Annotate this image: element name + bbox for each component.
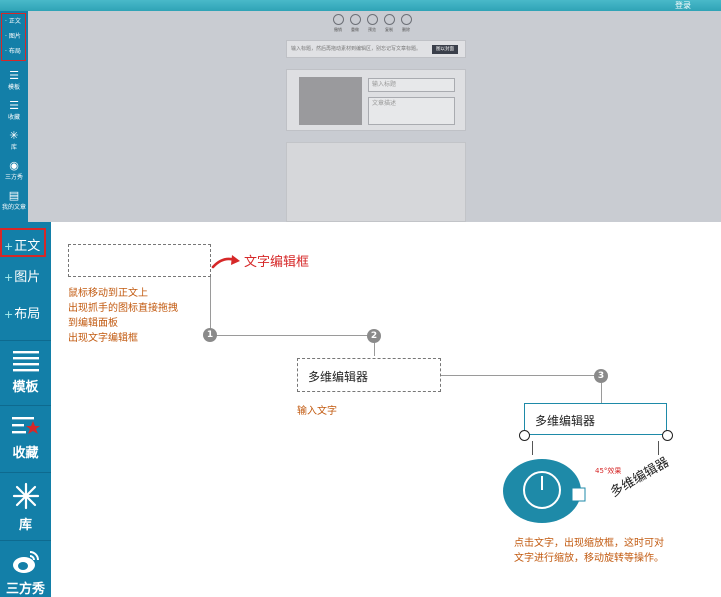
top-bar: 登录	[0, 0, 721, 11]
preview-desc-input[interactable]: 文章描述	[368, 97, 455, 125]
plus-icon: +	[4, 308, 14, 321]
step1-note-line1: 鼠标移动到正文上	[68, 288, 148, 299]
resize-handle-left[interactable]	[519, 430, 530, 441]
divider	[0, 405, 51, 406]
undo-button[interactable]: 撤销	[331, 14, 345, 33]
sidebar-item-buju[interactable]: +布局	[0, 296, 51, 333]
preview-item-library[interactable]: ✳ 库	[0, 129, 28, 151]
bookmark-icon	[11, 417, 40, 434]
editor-text: 多维编辑器	[308, 370, 369, 384]
redo-icon	[349, 14, 361, 25]
preview-title-bar: 输入标题，然后再拖动素材到编辑区，别忘记写文章标题。 图以封面	[286, 40, 466, 58]
preview-item-label: 库	[10, 144, 17, 151]
connector-line	[374, 342, 375, 356]
divider	[0, 340, 51, 341]
preview-icon	[366, 14, 378, 25]
preview-item-buju[interactable]: · 布局	[2, 44, 25, 59]
preview-item-my-articles[interactable]: ▤ 我的文章	[0, 189, 28, 211]
weibo-icon: ◉	[9, 159, 19, 172]
step3-note-line1: 点击文字，出现缩放框，这时可对	[514, 538, 664, 549]
preview-edit-area[interactable]	[286, 142, 466, 222]
plus-icon: +	[4, 271, 14, 284]
preview-item-tupian[interactable]: · 图片	[2, 29, 25, 44]
rotated-text: 多维编辑器	[608, 454, 672, 501]
list-icon: ☰	[9, 69, 19, 82]
sidebar-item-sanfangxiu[interactable]: 三方秀	[0, 550, 51, 597]
preview-cover-button[interactable]: 图以封面	[432, 45, 458, 54]
preview-title-input[interactable]: 输入标题	[368, 78, 455, 92]
connector-line	[210, 335, 374, 336]
preview-item-label: 收藏	[7, 114, 20, 121]
bookmark-icon: ☰	[9, 99, 19, 112]
redo-button[interactable]: 重做	[348, 14, 362, 33]
sidebar-item-template[interactable]: 模板	[0, 350, 51, 395]
sidebar-item-label: 库	[18, 518, 32, 533]
weibo-icon	[12, 551, 39, 573]
preview-title-hint: 输入标题，然后再拖动素材到编辑区，别忘记写文章标题。	[291, 46, 422, 52]
sidebar-item-favorites[interactable]: 收藏	[0, 416, 51, 461]
connector-line	[532, 441, 533, 455]
sidebar-item-label: 正文	[14, 239, 41, 254]
preview-text-group: · 正文 · 图片 · 布局	[1, 13, 26, 61]
preview-article-card: 输入标题 文章描述	[286, 69, 466, 131]
connector-line	[601, 383, 602, 403]
step3-note-line2: 文字进行缩放，移动旋转等操作。	[514, 553, 664, 564]
document-icon: ▤	[8, 189, 20, 202]
step-badge-2: 2	[367, 329, 381, 343]
divider	[0, 472, 51, 473]
step1-note-line3: 到编辑面板	[68, 318, 118, 329]
preview-item-label: 三方秀	[4, 174, 23, 181]
sidebar-item-label: 图片	[14, 270, 41, 285]
step-badge-1: 1	[203, 328, 217, 342]
text-editbox-typed[interactable]: 多维编辑器	[297, 358, 441, 392]
preview-item-label: 模板	[7, 84, 20, 91]
step-badge-3: 3	[594, 369, 608, 383]
copy-button[interactable]: 复制	[382, 14, 396, 33]
preview-sidebar: · 正文 · 图片 · 布局 ☰ 模板 ☰ 收藏 ✳ 库 ◉ 三方秀 ▤ 我的文…	[0, 11, 28, 222]
plus-icon: +	[4, 240, 14, 253]
sidebar: +正文 +图片 +布局 模板 收藏 库 三方秀	[0, 222, 51, 597]
sidebar-item-label: 模板	[12, 380, 39, 395]
login-link[interactable]: 登录	[675, 0, 691, 11]
editor-preview: 登录 · 正文 · 图片 · 布局 ☰ 模板 ☰ 收藏 ✳ 库 ◉ 三方秀 ▤ …	[0, 0, 721, 222]
editbox-label: 文字编辑框	[244, 255, 310, 270]
rotate-dial-icon[interactable]	[502, 458, 588, 526]
sidebar-item-label: 收藏	[12, 446, 39, 461]
sidebar-item-label: 布局	[14, 307, 41, 322]
step2-note: 输入文字	[297, 406, 337, 417]
divider	[0, 540, 51, 541]
rotate-angle-label: 45°效果	[595, 467, 622, 475]
sidebar-item-tupian[interactable]: +图片	[0, 259, 51, 296]
sidebar-item-label: 三方秀	[5, 582, 45, 597]
connector-line	[210, 277, 211, 329]
sidebar-item-library[interactable]: 库	[0, 482, 51, 533]
undo-icon	[332, 14, 344, 25]
editor-text: 多维编辑器	[535, 414, 596, 428]
copy-icon	[383, 14, 395, 25]
asterisk-icon	[12, 482, 39, 510]
preview-toolbar: 撤销 重做 预览 复制 删除	[331, 14, 417, 38]
preview-item-favorites[interactable]: ☰ 收藏	[0, 99, 28, 121]
text-editbox-selected[interactable]: 多维编辑器	[524, 403, 667, 435]
preview-button[interactable]: 预览	[365, 14, 379, 33]
preview-item-sanfangxiu[interactable]: ◉ 三方秀	[0, 159, 28, 181]
connector-line	[441, 375, 602, 376]
red-arrow-icon	[211, 255, 240, 269]
step1-note-line2: 出现抓手的图标直接拖拽	[68, 303, 178, 314]
resize-handle-right[interactable]	[662, 430, 673, 441]
delete-button[interactable]: 删除	[399, 14, 413, 33]
preview-item-zhengwen[interactable]: · 正文	[2, 14, 25, 29]
asterisk-icon: ✳	[9, 129, 19, 142]
preview-item-template[interactable]: ☰ 模板	[0, 69, 28, 91]
list-icon	[12, 351, 39, 372]
empty-text-editbox[interactable]	[68, 244, 211, 277]
preview-cover-image[interactable]	[299, 77, 362, 125]
trash-icon	[400, 14, 412, 25]
preview-item-label: 我的文章	[1, 204, 26, 211]
step1-note-line4: 出现文字编辑框	[68, 333, 138, 344]
